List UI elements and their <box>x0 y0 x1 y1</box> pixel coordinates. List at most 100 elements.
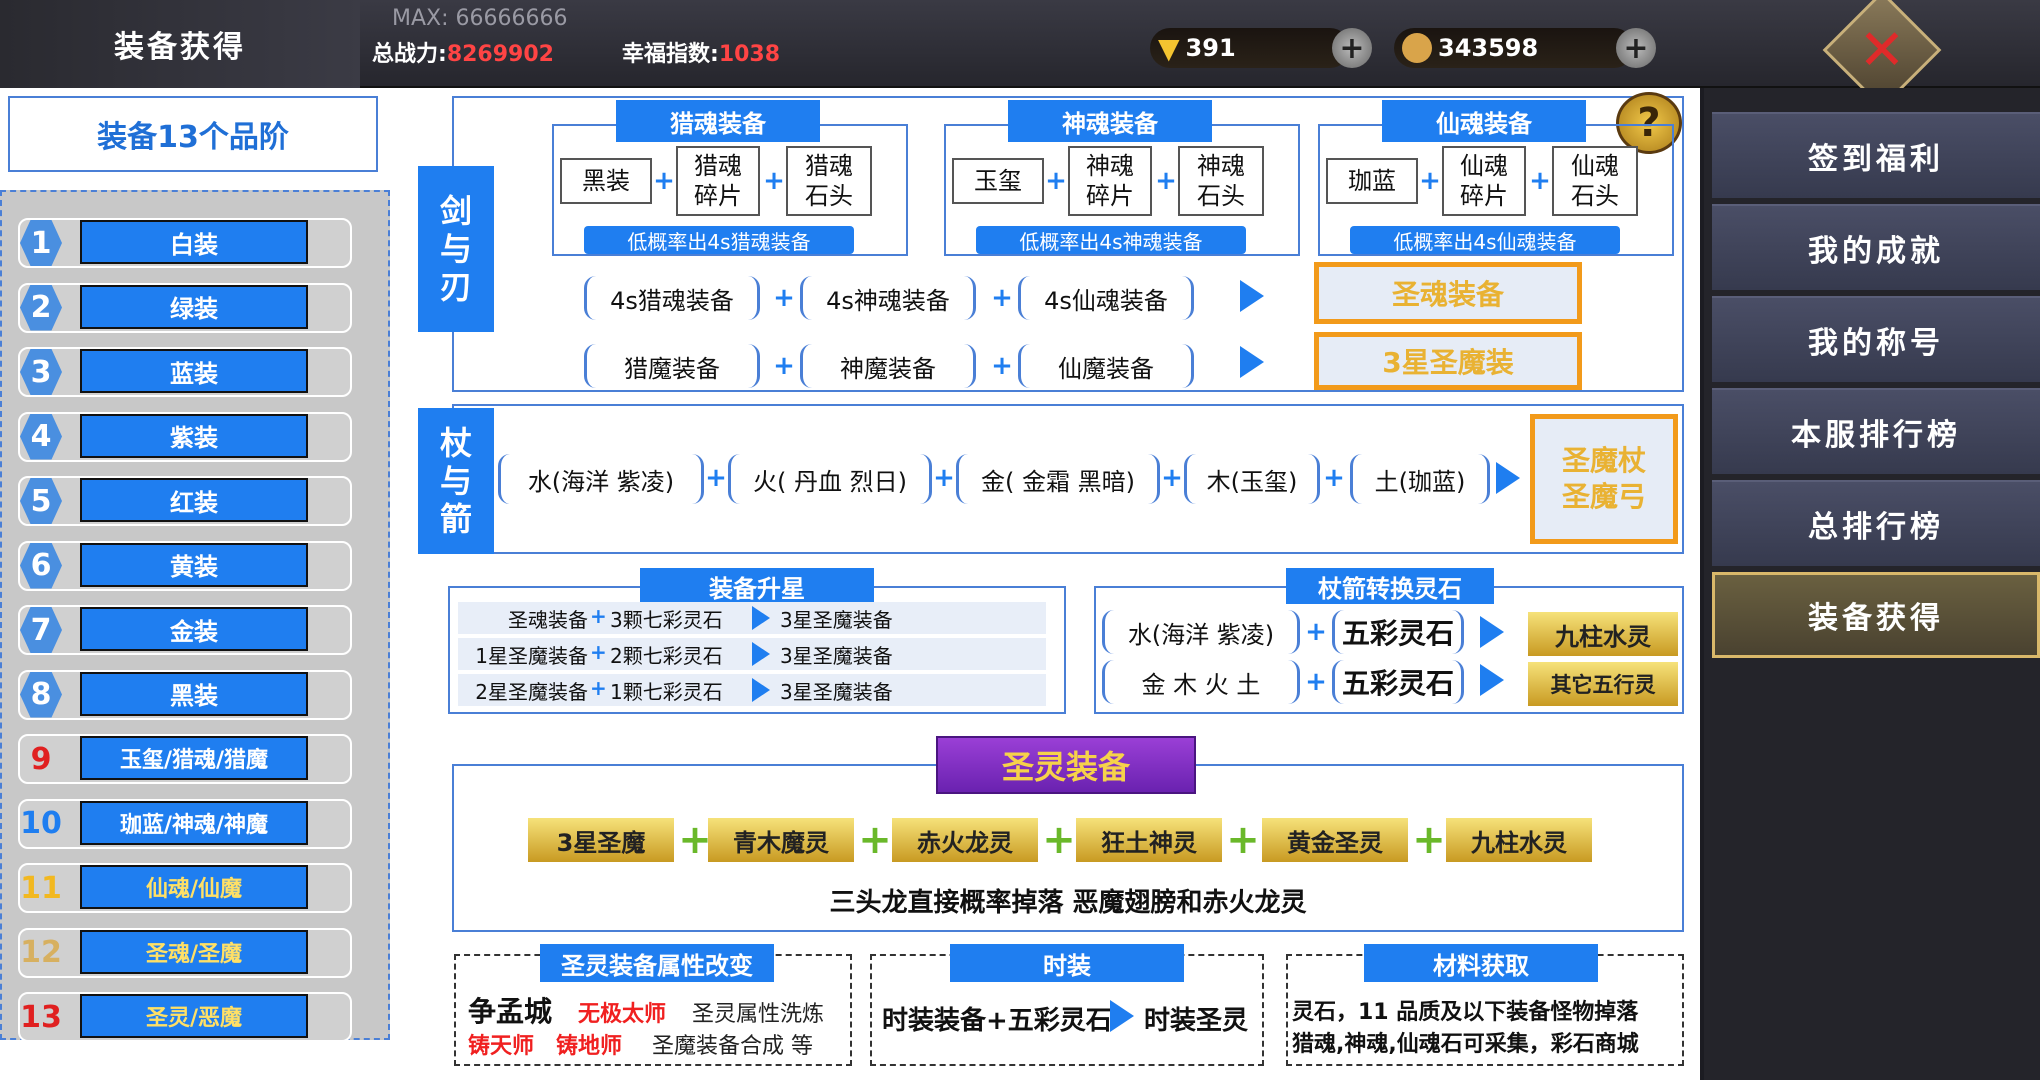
group-note: 低概率出4s神魂装备 <box>976 226 1246 254</box>
plus-icon: + <box>773 351 795 381</box>
staff-tab-char: 箭 <box>439 500 472 538</box>
material-box: 黑装 <box>560 158 652 204</box>
coin-icon <box>1402 33 1432 63</box>
element-item: 金( 金霜 黑暗) <box>956 454 1160 504</box>
gold-ingot-icon: ▼ <box>1158 31 1180 65</box>
sword-tab: 剑 与 刃 <box>418 166 494 332</box>
arrow-right-icon <box>1496 462 1520 494</box>
grade-label[interactable]: 红装 <box>80 478 308 522</box>
upgrade-to: 3星圣魔装备 <box>780 644 893 668</box>
upgrade-from: 圣魂装备 <box>508 608 588 632</box>
add-gold-button[interactable]: + <box>1332 28 1372 68</box>
happiness-value: 1038 <box>718 42 781 67</box>
holy-item: 赤火龙灵 <box>892 818 1038 862</box>
arrow-right-icon <box>1480 616 1504 648</box>
element-item: 水(海洋 紫凌) <box>498 454 704 504</box>
menu-item[interactable]: 签到福利 <box>1712 112 2040 198</box>
attr-title: 圣灵装备属性改变 <box>540 944 774 982</box>
staff-tab-char: 与 <box>439 462 472 500</box>
holy-note: 三头龙直接概率掉落 恶魔翅膀和赤火龙灵 <box>829 887 1307 918</box>
menu-item[interactable]: 我的称号 <box>1712 296 2040 382</box>
power-value: 8269902 <box>446 42 554 67</box>
holy-title: 圣灵装备 <box>936 736 1196 794</box>
grade-label[interactable]: 黄装 <box>80 542 308 587</box>
row2-result: 3星圣魔装 <box>1314 332 1582 390</box>
element-item: 木(玉玺) <box>1184 454 1320 504</box>
grade-label[interactable]: 绿装 <box>80 284 308 329</box>
group-note: 低概率出4s猎魂装备 <box>584 226 854 254</box>
menu-item[interactable]: 本服排行榜 <box>1712 388 2040 474</box>
row1-item: 4s猎魂装备 <box>584 276 760 320</box>
plus-icon: + <box>991 283 1013 313</box>
plus-icon: + <box>773 283 795 313</box>
convert-title: 杖箭转换灵石 <box>1286 568 1494 604</box>
holy-item: 青木魔灵 <box>708 818 854 862</box>
grade-label[interactable]: 玉玺/猎魂/猎魔 <box>80 736 308 780</box>
grade-label[interactable]: 圣魂/圣魔 <box>80 929 308 974</box>
convert-stone: 五彩灵石 <box>1332 660 1464 704</box>
plus-icon: + <box>678 817 712 863</box>
attr-text: 圣魔装备合成 等 <box>652 1034 813 1059</box>
plus-icon: + <box>1323 463 1345 493</box>
plus-icon: + <box>1412 817 1446 863</box>
row2-item: 猎魔装备 <box>584 344 760 388</box>
plus-icon: + <box>1529 166 1551 196</box>
staff-tab: 杖 与 箭 <box>418 408 494 554</box>
menu-item[interactable]: 装备获得 <box>1712 572 2040 658</box>
menu-item[interactable]: 总排行榜 <box>1712 480 2040 566</box>
material-box: 猎魂 石头 <box>786 146 872 216</box>
menu-item[interactable]: 我的成就 <box>1712 204 2040 290</box>
grade-label[interactable]: 蓝装 <box>80 349 308 393</box>
convert-result: 九柱水灵 <box>1528 612 1678 656</box>
material-box: 珈蓝 <box>1326 158 1418 204</box>
grade-label[interactable]: 黑装 <box>80 671 308 716</box>
grade-label[interactable]: 紫装 <box>80 413 308 458</box>
material-box: 玉玺 <box>952 158 1044 204</box>
plus-icon: + <box>1042 817 1076 863</box>
grade-label[interactable]: 珈蓝/神魂/神魔 <box>80 800 308 845</box>
element-item: 土(珈蓝) <box>1350 454 1490 504</box>
upgrade-to: 3星圣魔装备 <box>780 608 893 632</box>
plus-icon: + <box>1161 463 1183 493</box>
plus-icon: + <box>858 817 892 863</box>
arrow-right-icon <box>1240 280 1264 312</box>
element-item: 火( 丹血 烈日) <box>728 454 932 504</box>
upgrade-cost: 1颗七彩灵石 <box>610 680 723 704</box>
arrow-right-icon <box>752 642 770 666</box>
holy-item: 九柱水灵 <box>1446 818 1592 862</box>
attr-master: 无极太师 <box>578 1002 667 1027</box>
staff-result: 圣魔杖 圣魔弓 <box>1530 414 1678 544</box>
attr-city: 争孟城 <box>468 995 553 1028</box>
plus-icon: + <box>1305 667 1327 697</box>
material-line: 猎魂,神魂,仙魂石可采集，彩石商城 <box>1292 1032 1639 1057</box>
fashion-left: 时装装备+五彩灵石 <box>882 1006 1112 1036</box>
plus-icon: + <box>1045 166 1067 196</box>
grade-label[interactable]: 仙魂/仙魔 <box>80 865 308 909</box>
material-box: 仙魂 石头 <box>1552 146 1638 216</box>
upgrade-cost: 3颗七彩灵石 <box>610 608 723 632</box>
equip-group-title: 神魂装备 <box>1008 100 1212 142</box>
fashion-title: 时装 <box>950 944 1184 982</box>
grade-label[interactable]: 圣灵/恶魔 <box>80 994 308 1038</box>
grade-label[interactable]: 白装 <box>80 220 308 264</box>
plus-icon: + <box>1226 817 1260 863</box>
equip-group-title: 猎魂装备 <box>616 100 820 142</box>
convert-result: 其它五行灵 <box>1528 662 1678 706</box>
material-box: 仙魂 碎片 <box>1442 146 1526 216</box>
row1-result: 圣魂装备 <box>1314 262 1582 324</box>
grade-number: 13 <box>20 999 62 1035</box>
add-coin-button[interactable]: + <box>1616 28 1656 68</box>
grade-label[interactable]: 金装 <box>80 607 308 651</box>
sword-tab-char: 剑 <box>439 192 472 230</box>
holy-item: 3星圣魔 <box>528 818 674 862</box>
group-note: 低概率出4s仙魂装备 <box>1350 226 1620 254</box>
holy-item: 狂土神灵 <box>1076 818 1222 862</box>
upgrade-from: 1星圣魔装备 <box>475 644 588 668</box>
gold-currency: ▼ 391 <box>1150 28 1350 68</box>
plus-icon: + <box>590 604 607 628</box>
attr-master: 铸天师 <box>468 1034 535 1059</box>
total-power: 总战力:8269902 <box>372 36 554 68</box>
material-box: 神魂 碎片 <box>1068 146 1152 216</box>
close-icon[interactable]: ✕ <box>1840 8 1924 92</box>
happiness-label: 幸福指数: <box>622 42 719 67</box>
